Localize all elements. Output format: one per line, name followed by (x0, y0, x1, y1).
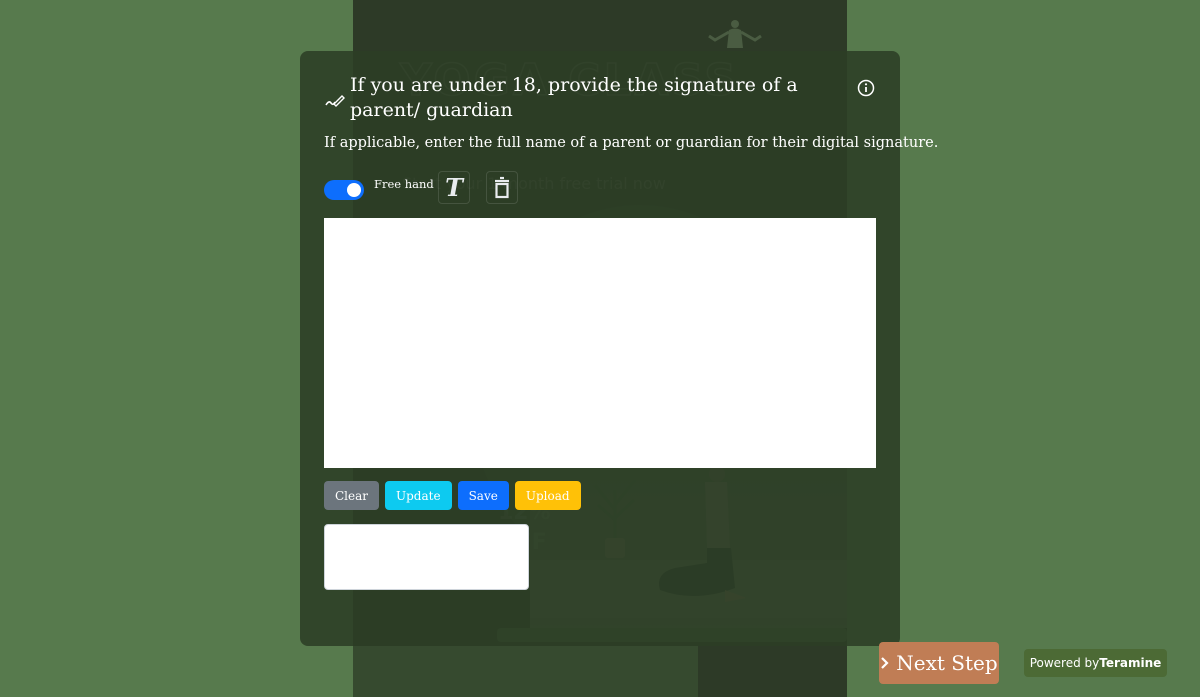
delete-signature-button[interactable] (486, 171, 518, 204)
next-step-label: Next Step (896, 651, 998, 675)
toggle-knob (347, 183, 361, 197)
background-footer-right (698, 646, 847, 697)
update-button[interactable]: Update (385, 481, 452, 510)
text-signature-button[interactable]: T (438, 171, 470, 204)
background-footer-left (353, 646, 698, 697)
yoga-figure-icon (708, 20, 762, 48)
question-header: If you are under 18, provide the signatu… (324, 73, 864, 123)
upload-button[interactable]: Upload (514, 481, 581, 510)
signature-question-card: If you are under 18, provide the signatu… (300, 51, 938, 646)
freehand-label: Free hand (374, 177, 434, 191)
trash-icon (495, 176, 509, 198)
chevron-right-icon (881, 657, 889, 669)
powered-by-badge[interactable]: Powered by Teramine (1024, 649, 1167, 677)
signature-canvas[interactable] (324, 218, 876, 468)
save-button[interactable]: Save (457, 481, 509, 510)
question-title: If you are under 18, provide the signatu… (350, 74, 798, 121)
clear-button[interactable]: Clear (324, 481, 380, 510)
text-type-icon: T (445, 173, 463, 202)
next-step-button[interactable]: Next Step (879, 642, 999, 684)
powered-by-brand: Teramine (1099, 656, 1162, 670)
freehand-toggle[interactable] (324, 180, 364, 200)
signature-pen-icon (325, 95, 345, 107)
question-description: If applicable, enter the full name of a … (324, 135, 939, 151)
info-circle-icon[interactable] (856, 78, 876, 98)
signature-actions: Clear Update Save Upload (324, 481, 581, 510)
freehand-toggle-row: Free hand (324, 171, 434, 200)
powered-by-prefix: Powered by (1029, 656, 1100, 670)
signature-name-field[interactable] (324, 524, 529, 590)
